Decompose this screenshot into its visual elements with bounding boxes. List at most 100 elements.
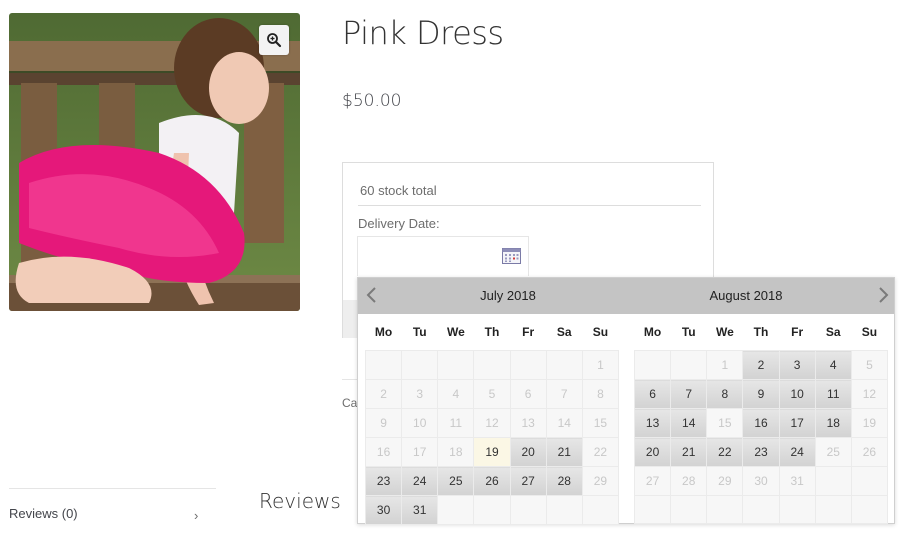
calendar-day-button[interactable]: 31 xyxy=(401,495,439,525)
calendar-day-button[interactable]: 2 xyxy=(742,350,780,380)
calendar-day-button[interactable]: 28 xyxy=(545,466,583,496)
calendar-day-disabled: 2 xyxy=(364,379,403,409)
tabs-divider xyxy=(9,488,216,489)
calendar-day-button[interactable]: 18 xyxy=(814,408,852,438)
product-image[interactable] xyxy=(9,13,300,311)
day-number: 14 xyxy=(557,416,571,430)
calendar-day-button[interactable]: 21 xyxy=(670,437,708,467)
calendar-day-button[interactable]: 10 xyxy=(778,379,816,409)
day-number: 6 xyxy=(649,387,656,401)
calendar-day-button[interactable]: 22 xyxy=(706,437,744,467)
divider xyxy=(342,379,358,380)
calendar-day-button[interactable]: 24 xyxy=(778,437,816,467)
calendar-day-button[interactable]: 11 xyxy=(814,379,852,409)
calendar-icon[interactable] xyxy=(502,247,521,269)
calendar-day-disabled: 4 xyxy=(437,379,475,409)
day-number: 2 xyxy=(380,387,387,401)
calendar-day-button[interactable]: 23 xyxy=(364,466,403,496)
calendar-empty-cell xyxy=(850,495,889,524)
calendar-day-button[interactable]: 19 xyxy=(473,437,511,467)
weekday-th: Th xyxy=(484,325,500,339)
day-number: 1 xyxy=(721,358,729,372)
calendar-day-disabled: 14 xyxy=(545,408,583,438)
calendar-day-disabled: 28 xyxy=(670,466,708,496)
calendar-empty-cell xyxy=(742,495,780,524)
calendar-week-row: 9 10 11 12 13 14 15 xyxy=(364,408,620,438)
product-title: Pink Dress xyxy=(342,14,504,52)
calendar-day-disabled: 29 xyxy=(706,466,744,496)
calendar-day-button[interactable]: 4 xyxy=(814,350,852,380)
day-number: 22 xyxy=(593,445,608,459)
calendar-day-disabled: 19 xyxy=(850,408,889,438)
calendar-day-button[interactable]: 24 xyxy=(401,466,439,496)
calendar-day-disabled: 5 xyxy=(473,379,511,409)
calendar-day-button[interactable]: 6 xyxy=(633,379,672,409)
day-number: 6 xyxy=(524,387,532,401)
day-number: 20 xyxy=(521,445,535,459)
day-number: 10 xyxy=(413,416,427,430)
weekday-sa: Sa xyxy=(825,325,841,339)
calendar-day-button[interactable]: 14 xyxy=(670,408,708,438)
calendar-day-button[interactable]: 20 xyxy=(509,437,547,467)
calendar-empty-cell xyxy=(778,495,816,524)
day-number: 24 xyxy=(790,445,804,459)
calendar-day-disabled: 3 xyxy=(401,379,439,409)
calendar-empty-cell xyxy=(545,495,583,525)
calendar-day-button[interactable]: 26 xyxy=(473,466,511,496)
calendar-day-button[interactable]: 21 xyxy=(545,437,583,467)
add-to-cart-area xyxy=(343,300,358,338)
calendar-day-disabled: 15 xyxy=(706,408,744,438)
calendar-week-row: 1 2 3 4 5 xyxy=(633,350,889,380)
calendar-day-disabled: 13 xyxy=(509,408,547,438)
day-number: 13 xyxy=(645,416,660,430)
calendar-day-button[interactable]: 13 xyxy=(633,408,672,438)
calendar-empty-cell xyxy=(364,350,403,380)
day-number: 16 xyxy=(376,445,391,459)
day-number: 23 xyxy=(376,474,391,488)
calendar-empty-cell xyxy=(850,466,889,496)
month-title-july: July 2018 xyxy=(480,288,536,303)
day-number: 26 xyxy=(485,474,499,488)
calendar-empty-cell xyxy=(437,350,475,380)
calendar-day-button[interactable]: 17 xyxy=(778,408,816,438)
day-number: 27 xyxy=(521,474,535,488)
calendar-week-row: 6 7 8 9 10 11 12 xyxy=(633,379,889,409)
calendar-day-button[interactable]: 9 xyxy=(742,379,780,409)
day-number: 27 xyxy=(645,474,660,488)
calendar-day-button[interactable]: 3 xyxy=(778,350,816,380)
calendar-day-button[interactable]: 27 xyxy=(509,466,547,496)
calendar-day-disabled: 12 xyxy=(473,408,511,438)
zoom-button[interactable] xyxy=(259,25,289,55)
day-number: 25 xyxy=(449,474,463,488)
calendar-empty-cell xyxy=(633,350,672,380)
day-number: 15 xyxy=(718,416,732,430)
calendar-day-disabled: 6 xyxy=(509,379,547,409)
calendar-day-disabled: 11 xyxy=(437,408,475,438)
calendar-empty-cell xyxy=(509,350,547,380)
calendar-grid-august: Mo Tu We Th Fr Sa Su 1 2 3 4 5 6 7 8 9 10 11 12 13 14 15 16 17… xyxy=(633,314,889,524)
day-number: 8 xyxy=(721,387,729,401)
day-number: 11 xyxy=(827,387,840,401)
day-number: 19 xyxy=(485,445,499,459)
weekday-sa: Sa xyxy=(556,325,572,339)
month-title-august: August 2018 xyxy=(709,288,783,303)
tab-reviews[interactable]: Reviews (0) xyxy=(9,506,216,521)
day-number: 7 xyxy=(560,387,568,401)
calendar-empty-cell xyxy=(706,495,744,524)
calendar-day-button[interactable]: 23 xyxy=(742,437,780,467)
product-photo-illustration xyxy=(9,13,300,311)
calendar-day-button[interactable]: 7 xyxy=(670,379,708,409)
day-number: 17 xyxy=(413,445,427,459)
day-number: 31 xyxy=(790,474,804,488)
calendar-day-button[interactable]: 8 xyxy=(706,379,744,409)
calendar-day-button[interactable]: 30 xyxy=(364,495,403,525)
day-number: 29 xyxy=(593,474,608,488)
calendar-day-button[interactable]: 25 xyxy=(437,466,475,496)
product-price: $50.00 xyxy=(342,91,402,111)
day-number: 2 xyxy=(757,358,765,372)
day-number: 30 xyxy=(754,474,768,488)
calendar-day-disabled: 17 xyxy=(401,437,439,467)
calendar-day-button[interactable]: 16 xyxy=(742,408,780,438)
calendar-day-disabled: 30 xyxy=(742,466,780,496)
calendar-day-button[interactable]: 20 xyxy=(633,437,672,467)
